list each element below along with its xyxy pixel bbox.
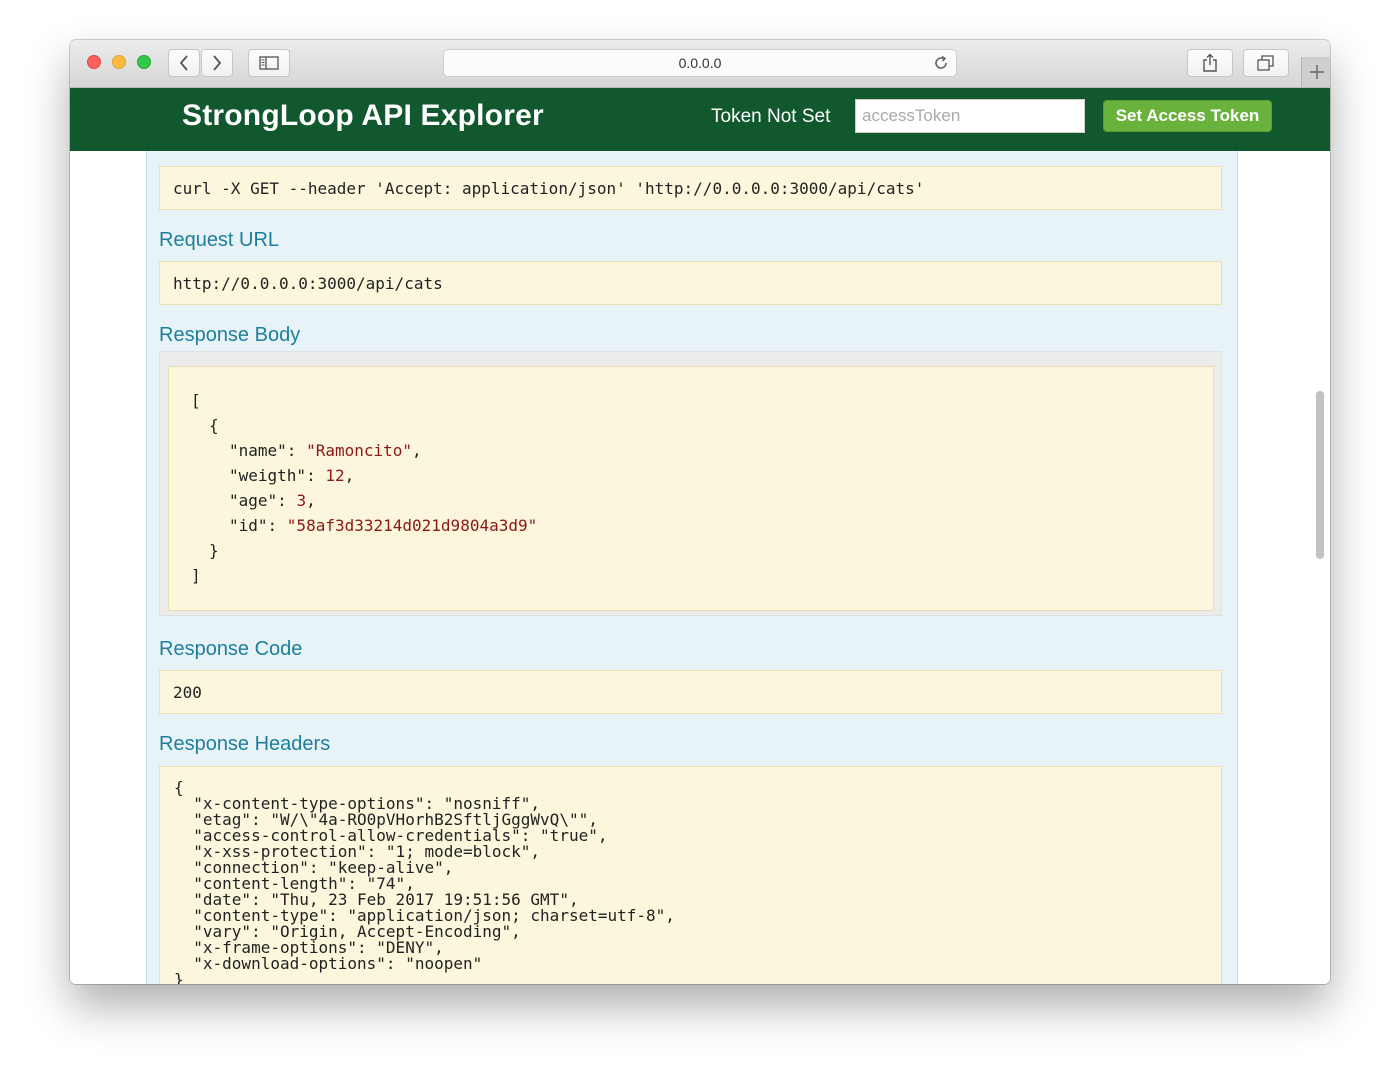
json-field: "id": "58af3d33214d021d9804a3d9"	[229, 516, 538, 535]
header-line: "x-download-options": "noopen"	[174, 954, 483, 973]
main-content[interactable]: curl -X GET --header 'Accept: applicatio…	[70, 151, 1330, 984]
share-button[interactable]	[1187, 49, 1233, 77]
json-close-brace: }	[209, 541, 219, 560]
plus-icon	[1309, 65, 1324, 79]
browser-window: 0.0.0.0 StrongLoop API Explorer Token No…	[70, 40, 1330, 984]
address-bar[interactable]: 0.0.0.0	[443, 49, 957, 77]
chevron-left-icon	[179, 55, 188, 71]
app-title: StrongLoop API Explorer	[182, 99, 544, 132]
tabs-icon	[1257, 55, 1274, 71]
response-code-value: 200	[173, 683, 202, 702]
back-button[interactable]	[168, 49, 200, 77]
json-key: "id"	[229, 516, 268, 535]
vertical-scrollbar[interactable]	[1316, 391, 1324, 559]
token-status: Token Not Set	[711, 106, 831, 127]
json-open-brace: {	[209, 416, 219, 435]
sidebar-button[interactable]	[248, 49, 290, 77]
json-key: "age"	[229, 491, 278, 510]
set-access-token-button[interactable]: Set Access Token	[1103, 100, 1272, 132]
json-field: "name": "Ramoncito",	[229, 441, 422, 460]
json-open-bracket: [	[191, 391, 201, 410]
header-line: }	[174, 970, 184, 985]
close-window-button[interactable]	[87, 55, 101, 69]
json-key: "name"	[229, 441, 287, 460]
app-header: StrongLoop API Explorer Token Not Set Se…	[70, 88, 1330, 151]
json-field: "weigth": 12,	[229, 466, 355, 485]
json-value: "Ramoncito"	[306, 441, 413, 460]
reload-icon[interactable]	[932, 54, 950, 75]
json-separator: ,	[344, 466, 355, 485]
share-icon	[1203, 53, 1217, 72]
response-headers-heading: Response Headers	[159, 733, 331, 755]
request-url-block: http://0.0.0.0:3000/api/cats	[159, 261, 1222, 305]
json-close-bracket: ]	[191, 566, 201, 585]
json-value: 12	[325, 466, 345, 485]
json-separator: ,	[412, 441, 422, 460]
forward-button[interactable]	[201, 49, 233, 77]
tabs-overview-button[interactable]	[1243, 49, 1289, 77]
request-url-heading: Request URL	[159, 229, 280, 251]
chevron-right-icon	[213, 55, 222, 71]
minimize-window-button[interactable]	[112, 55, 126, 69]
json-value: 3	[296, 491, 307, 510]
response-body-wrapper: [ { "name": "Ramoncito", "weigth": 12, "…	[159, 351, 1222, 616]
response-body-block: [ { "name": "Ramoncito", "weigth": 12, "…	[168, 366, 1214, 611]
response-headers-block: { "x-content-type-options": "nosniff", "…	[159, 766, 1222, 984]
new-tab-button[interactable]	[1301, 57, 1330, 87]
json-value: "58af3d33214d021d9804a3d9"	[286, 516, 538, 535]
response-body-heading: Response Body	[159, 324, 301, 346]
browser-titlebar: 0.0.0.0	[70, 40, 1330, 88]
address-text: 0.0.0.0	[678, 55, 722, 71]
zoom-window-button[interactable]	[137, 55, 151, 69]
curl-block: curl -X GET --header 'Accept: applicatio…	[159, 166, 1222, 210]
json-field: "age": 3,	[229, 491, 316, 510]
access-token-input[interactable]	[855, 99, 1085, 133]
response-code-heading: Response Code	[159, 638, 303, 660]
json-separator: ,	[306, 491, 316, 510]
request-url-value: http://0.0.0.0:3000/api/cats	[173, 274, 443, 293]
json-key: "weigth"	[229, 466, 307, 485]
response-code-block: 200	[159, 670, 1222, 714]
curl-command: curl -X GET --header 'Accept: applicatio…	[173, 179, 925, 198]
sidebar-icon	[259, 56, 279, 70]
